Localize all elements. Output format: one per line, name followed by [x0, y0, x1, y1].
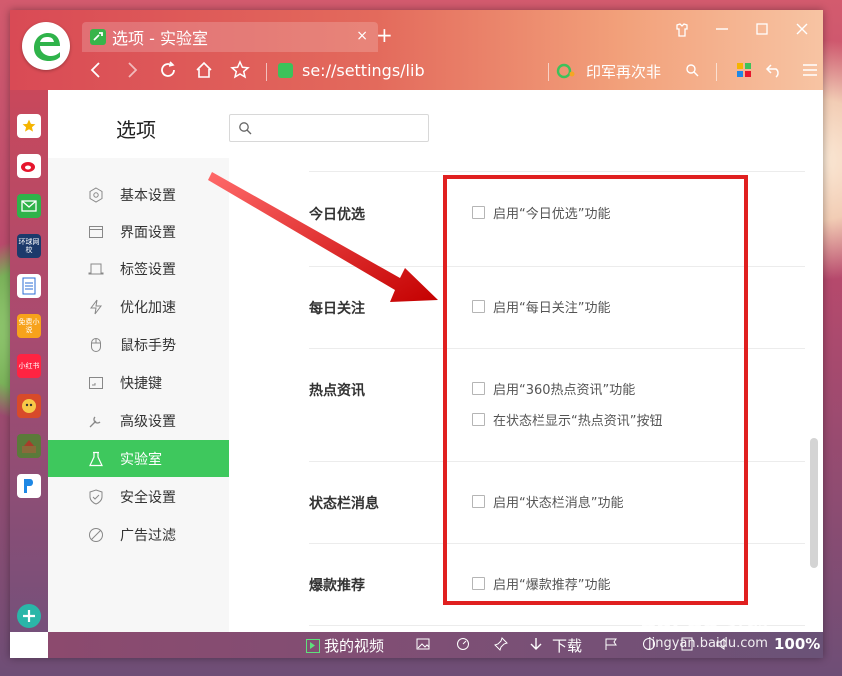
gear-icon	[88, 186, 104, 203]
lightning-icon	[88, 299, 104, 315]
separator	[266, 63, 267, 81]
undo-icon[interactable]	[762, 58, 786, 82]
zoom-level[interactable]: 100%	[774, 635, 820, 653]
sidebar-item-security[interactable]: 安全设置	[48, 478, 229, 515]
search-engine-icon[interactable]	[556, 63, 576, 79]
tab-settings[interactable]: 选项 - 实验室 ×	[82, 22, 378, 52]
apps-icon[interactable]	[732, 58, 756, 82]
shield-icon	[88, 488, 104, 505]
news-icon[interactable]: 环球网校	[17, 234, 41, 258]
sidebar-item-lab[interactable]: 实验室	[48, 440, 229, 477]
download-button[interactable]: 下载	[530, 635, 582, 656]
wrench-icon	[88, 413, 104, 429]
watermark-url: jingyan.baidu.com	[648, 636, 768, 651]
block-icon	[88, 527, 104, 543]
refresh-icon[interactable]	[156, 58, 180, 82]
sidebar-item-label: 界面设置	[120, 224, 176, 241]
novel-icon[interactable]: 免费小说	[17, 314, 41, 338]
side-app-bar: 环球网校 免费小说 小红书	[10, 90, 48, 632]
wrench-icon	[90, 29, 106, 45]
sidebar-item-label: 安全设置	[120, 489, 176, 506]
video-label: 我的视频	[324, 637, 385, 655]
my-video-button[interactable]: 我的视频	[306, 635, 384, 656]
sidebar-item-adblock[interactable]: 广告过滤	[48, 516, 229, 553]
flask-icon	[88, 451, 104, 467]
sidebar-item-label: 快捷键	[120, 375, 162, 392]
maximize-button[interactable]	[750, 22, 774, 40]
section-title: 热点资讯	[309, 383, 365, 399]
address-bar[interactable]: se://settings/lib	[302, 61, 425, 80]
back-icon[interactable]	[84, 58, 108, 82]
download-label: 下载	[552, 637, 583, 655]
search-suggestion[interactable]: 印军再次非	[586, 61, 661, 82]
pin-icon[interactable]	[494, 637, 508, 651]
close-button[interactable]	[790, 22, 814, 40]
tab-close-button[interactable]: ×	[356, 28, 368, 44]
speed-icon[interactable]	[456, 637, 470, 651]
scrollbar[interactable]	[810, 438, 818, 568]
add-app-icon[interactable]	[17, 604, 41, 628]
sidebar-item-label: 实验室	[120, 451, 162, 468]
window-icon	[88, 224, 104, 240]
sidebar-item-mouse-gesture[interactable]: 鼠标手势	[48, 326, 229, 363]
mouse-icon	[88, 337, 104, 353]
mail-icon[interactable]	[17, 194, 41, 218]
section-title: 爆款推荐	[309, 578, 365, 594]
separator	[548, 63, 549, 81]
section-title: 状态栏消息	[309, 496, 379, 512]
pdf-icon[interactable]	[17, 474, 41, 498]
navigation-bar: se://settings/lib 印军再次非	[80, 55, 823, 87]
word-icon[interactable]	[17, 274, 41, 298]
menu-icon[interactable]	[798, 58, 822, 82]
video-icon	[306, 638, 320, 653]
favorites-icon[interactable]	[17, 114, 41, 138]
sidebar-item-label: 广告过滤	[120, 527, 176, 544]
sidebar-item-label: 标签设置	[120, 261, 176, 278]
download-icon	[530, 637, 542, 655]
secure-icon	[278, 63, 293, 78]
image-icon[interactable]	[416, 637, 430, 651]
settings-header: 选项	[48, 90, 823, 158]
tab-icon	[88, 261, 104, 277]
sidebar-item-advanced[interactable]: 高级设置	[48, 402, 229, 439]
browser-logo-icon[interactable]	[22, 22, 70, 70]
title-bar: 选项 - 实验室 × + se://settings/lib 印军再次非	[10, 10, 823, 90]
tab-title: 选项 - 实验室	[112, 29, 208, 48]
sidebar-item-label: 高级设置	[120, 413, 176, 430]
sidebar-item-label: 基本设置	[120, 187, 176, 204]
forward-icon[interactable]	[120, 58, 144, 82]
game2-icon[interactable]	[17, 434, 41, 458]
keyboard-icon	[88, 375, 104, 391]
minimize-button[interactable]	[710, 22, 734, 40]
new-tab-button[interactable]: +	[376, 25, 393, 45]
game1-icon[interactable]	[17, 394, 41, 418]
page-title: 选项	[116, 118, 156, 142]
highlight-box	[443, 175, 748, 605]
separator	[716, 63, 717, 81]
watermark-brand: Bai du 经验	[640, 609, 770, 634]
redbook-icon[interactable]: 小红书	[17, 354, 41, 378]
star-icon[interactable]	[228, 58, 252, 82]
skin-icon[interactable]	[670, 22, 694, 42]
sidebar-item-shortcuts[interactable]: 快捷键	[48, 364, 229, 401]
arrow-icon	[208, 172, 438, 302]
sidebar-item-label: 优化加速	[120, 299, 176, 316]
sidebar-item-label: 鼠标手势	[120, 337, 176, 354]
flag-icon[interactable]	[604, 637, 618, 651]
home-icon[interactable]	[192, 58, 216, 82]
search-icon[interactable]	[680, 58, 704, 82]
weibo-icon[interactable]	[17, 154, 41, 178]
settings-search-input[interactable]	[229, 114, 429, 142]
search-icon	[238, 121, 252, 139]
